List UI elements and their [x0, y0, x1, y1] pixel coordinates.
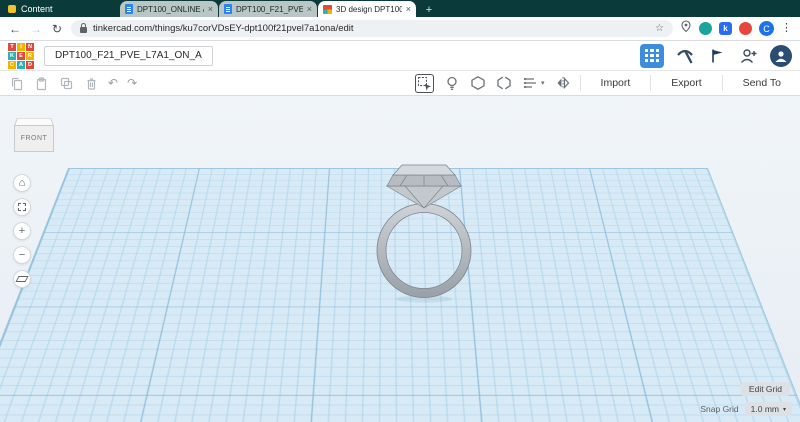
flip-mirror-button[interactable]	[555, 75, 571, 91]
minecraft-pickaxe-icon[interactable]	[674, 45, 696, 67]
edit-grid-button[interactable]: Edit Grid	[740, 382, 790, 396]
new-tab-button[interactable]: +	[421, 2, 437, 17]
group-button[interactable]	[470, 75, 486, 91]
editor-tool-group: ▾	[415, 73, 571, 93]
browser-tab-strip: Content DPT100_ONLINE & HYBRID - Go × DP…	[0, 0, 800, 17]
content-badge-icon	[8, 4, 16, 13]
delete-icon[interactable]	[83, 75, 99, 91]
browser-tab-1[interactable]: DPT100_ONLINE & HYBRID - Go ×	[120, 1, 218, 17]
docs-favicon-icon	[125, 4, 133, 14]
reload-button[interactable]: ↻	[50, 23, 64, 35]
browser-menu-icon[interactable]: ⋮	[781, 23, 792, 34]
toolbar-divider	[579, 75, 581, 91]
copy-icon[interactable]	[8, 75, 24, 91]
ring-model[interactable]	[355, 158, 495, 308]
ungroup-button[interactable]	[496, 75, 512, 91]
snap-grid-row: Snap Grid 1.0 mm ▾	[700, 402, 792, 416]
tab-close-icon[interactable]: ×	[406, 4, 411, 14]
invite-person-icon[interactable]	[738, 45, 760, 67]
tab-close-icon[interactable]: ×	[208, 4, 213, 14]
tab-title: DPT100_F21_PVE_L7A1_ON.do	[236, 4, 303, 14]
chevron-down-icon: ▾	[782, 406, 786, 413]
view-cube[interactable]: FRONT	[12, 112, 58, 160]
lock-icon	[80, 23, 87, 33]
extension-icon-kami[interactable]: k	[719, 22, 732, 35]
view-nav-column: ⌂ + −	[13, 174, 31, 288]
toolbar-divider	[650, 75, 652, 91]
zoom-out-button[interactable]: −	[13, 246, 31, 264]
ring-torus[interactable]	[376, 203, 472, 298]
editor-toolbar: ↶ ↷ ▾ Import Export Send To	[0, 71, 800, 96]
snap-grid-dropdown[interactable]: 1.0 mm ▾	[744, 402, 792, 416]
snap-grid-value: 1.0 mm	[750, 404, 779, 414]
viewport-canvas[interactable]: FRONT ⌂ + − Edit Grid Snap Grid 1.0 mm ▾	[0, 96, 800, 422]
fit-view-icon	[18, 203, 26, 211]
snap-grid-label: Snap Grid	[700, 404, 739, 414]
import-button[interactable]: Import	[590, 77, 642, 89]
extension-icon-2[interactable]	[739, 22, 752, 35]
extension-icon-1[interactable]	[699, 22, 712, 35]
class-flag-icon[interactable]	[706, 45, 728, 67]
url-text: tinkercad.com/things/ku7corVDsEY-dpt100f…	[93, 23, 354, 34]
paste-icon[interactable]	[33, 75, 49, 91]
toolbar-divider	[721, 75, 723, 91]
view-cube-front-face[interactable]: FRONT	[14, 125, 54, 152]
location-pin-icon[interactable]	[680, 19, 692, 38]
zoom-in-button[interactable]: +	[13, 222, 31, 240]
forward-button[interactable]: →	[29, 23, 43, 35]
redo-button[interactable]: ↷	[127, 77, 137, 89]
system-content-text: Content	[21, 3, 53, 14]
perspective-toggle-button[interactable]	[13, 270, 31, 288]
select-tool-button[interactable]	[415, 73, 435, 93]
tinkercad-header: TIN KER CAD DPT100_F21_PVE_L7A1_ON_A	[0, 41, 800, 71]
browser-toolbar: ← → ↻ tinkercad.com/things/ku7corVDsEY-d…	[0, 17, 800, 41]
send-to-button[interactable]: Send To	[732, 77, 792, 89]
back-button[interactable]: ←	[8, 23, 22, 35]
tab-title: DPT100_ONLINE & HYBRID - Go	[137, 4, 204, 14]
tinkercad-logo[interactable]: TIN KER CAD	[8, 42, 34, 69]
browser-tab-2[interactable]: DPT100_F21_PVE_L7A1_ON.do ×	[219, 1, 317, 17]
tinkercad-favicon-icon	[323, 4, 332, 14]
dashboard-tiles-button[interactable]	[640, 43, 664, 68]
screen: Content DPT100_ONLINE & HYBRID - Go × DP…	[0, 0, 800, 422]
tab-title: 3D design DPT100_F21_PVE_L7	[336, 4, 402, 14]
home-view-button[interactable]: ⌂	[13, 174, 31, 192]
fit-view-button[interactable]	[13, 198, 31, 216]
perspective-icon	[15, 276, 29, 282]
account-avatar[interactable]	[770, 44, 792, 67]
design-name-field[interactable]: DPT100_F21_PVE_L7A1_ON_A	[44, 45, 213, 66]
profile-avatar[interactable]: C	[759, 21, 774, 36]
lightbulb-icon[interactable]	[444, 75, 460, 91]
docs-favicon-icon	[224, 4, 232, 14]
align-button[interactable]	[522, 75, 538, 91]
bookmark-star-icon[interactable]: ☆	[655, 23, 664, 34]
browser-tab-3-active[interactable]: 3D design DPT100_F21_PVE_L7 ×	[318, 1, 416, 17]
tab-close-icon[interactable]: ×	[307, 4, 312, 14]
url-bar[interactable]: tinkercad.com/things/ku7corVDsEY-dpt100f…	[71, 20, 673, 37]
system-content-label: Content	[0, 0, 120, 17]
duplicate-icon[interactable]	[58, 75, 74, 91]
diamond-shape[interactable]	[385, 164, 463, 209]
undo-button[interactable]: ↶	[108, 77, 118, 89]
export-button[interactable]: Export	[660, 77, 712, 89]
align-caret-icon[interactable]: ▾	[541, 79, 545, 87]
